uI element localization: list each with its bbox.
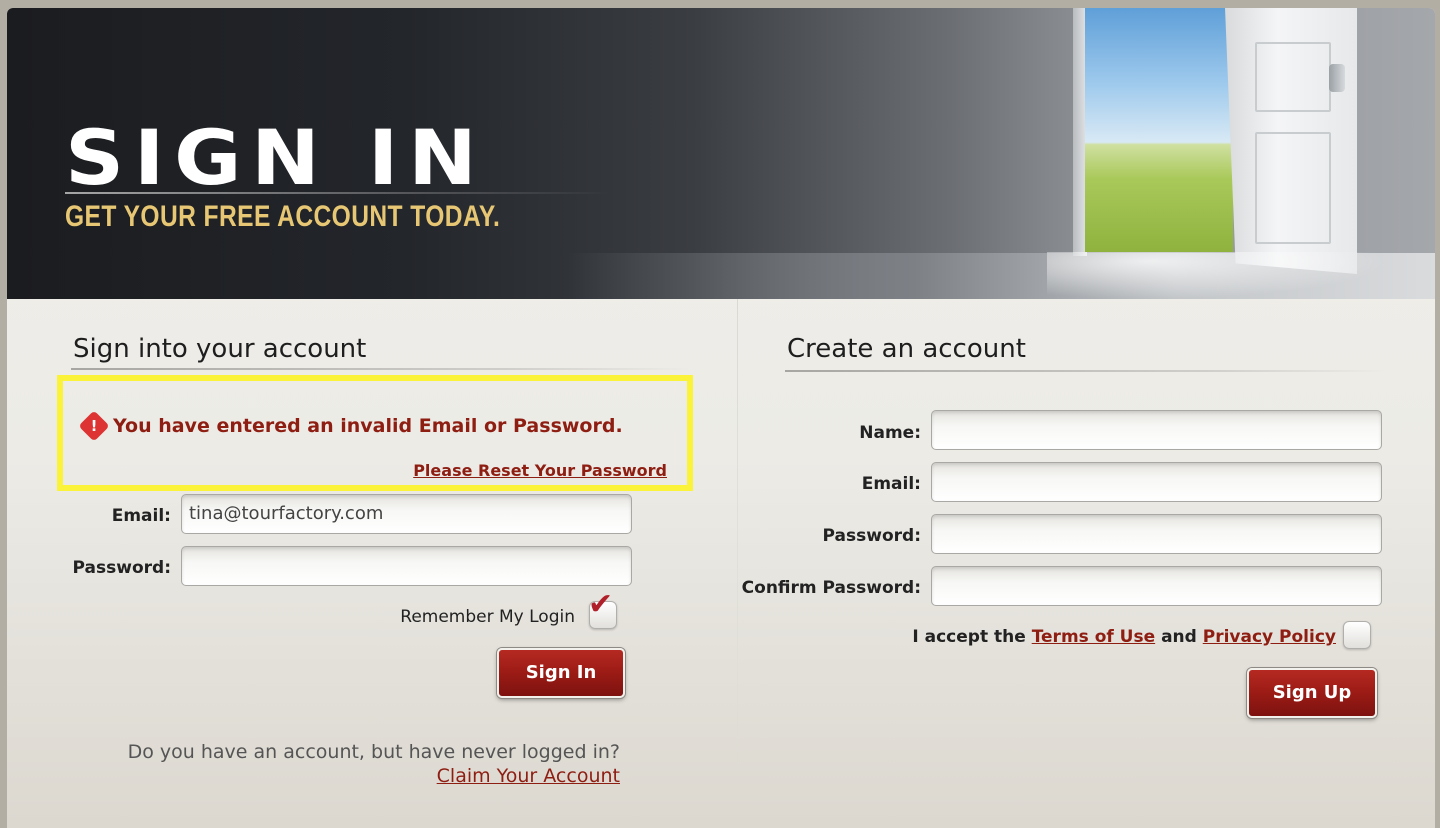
banner: SIGN IN GET YOUR FREE ACCOUNT TODAY. <box>7 8 1435 299</box>
door-knob <box>1329 64 1345 92</box>
door-panel <box>1255 132 1331 244</box>
sign-up-button[interactable]: Sign Up <box>1247 668 1377 718</box>
accept-and: and <box>1161 627 1197 647</box>
error-message-box: ! You have entered an invalid Email or P… <box>57 375 693 491</box>
signin-password-label: Password: <box>72 558 171 578</box>
checkmark-icon: ✔ <box>588 587 614 622</box>
signup-password-input[interactable] <box>931 514 1382 554</box>
signup-heading: Create an account <box>787 334 1026 364</box>
signup-email-label: Email: <box>861 474 921 494</box>
open-door-image <box>1225 8 1357 274</box>
sign-in-button[interactable]: Sign In <box>497 648 625 698</box>
signup-name-input[interactable] <box>931 410 1382 450</box>
signin-email-input[interactable]: tina@tourfactory.com <box>181 494 632 534</box>
banner-divider <box>65 192 610 194</box>
privacy-policy-link[interactable]: Privacy Policy <box>1203 627 1336 647</box>
door-panel <box>1255 42 1331 112</box>
remember-login-checkbox[interactable]: ✔ <box>588 590 617 629</box>
panel-divider <box>737 299 738 779</box>
signup-password-label: Password: <box>822 526 921 546</box>
claim-account-question: Do you have an account, but have never l… <box>127 741 620 763</box>
accept-terms-checkbox[interactable] <box>1343 621 1371 649</box>
remember-login-label: Remember My Login <box>400 607 575 627</box>
signin-password-input[interactable] <box>181 546 632 586</box>
signup-name-label: Name: <box>859 423 921 443</box>
doorway-landscape-image <box>1085 8 1233 252</box>
signup-heading-rule <box>785 370 1385 372</box>
signup-email-input[interactable] <box>931 462 1382 502</box>
terms-of-use-link[interactable]: Terms of Use <box>1032 627 1155 647</box>
accept-terms-text: I accept the Terms of Use and Privacy Po… <box>912 627 1336 647</box>
signup-confirm-password-label: Confirm Password: <box>741 578 921 598</box>
alert-icon-glyph: ! <box>90 417 98 435</box>
signup-confirm-password-input[interactable] <box>931 566 1382 606</box>
signin-heading-rule <box>71 368 691 370</box>
banner-title: SIGN IN <box>65 113 487 202</box>
page-frame: SIGN IN GET YOUR FREE ACCOUNT TODAY. Sig… <box>7 8 1435 828</box>
banner-subtitle: GET YOUR FREE ACCOUNT TODAY. <box>65 200 501 233</box>
light-spill <box>1047 252 1387 299</box>
signin-email-label: Email: <box>111 506 171 526</box>
signin-heading: Sign into your account <box>73 334 367 364</box>
error-message: You have entered an invalid Email or Pas… <box>113 415 623 437</box>
claim-account-link[interactable]: Claim Your Account <box>437 765 620 787</box>
reset-password-link[interactable]: Please Reset Your Password <box>413 461 667 480</box>
accept-prefix: I accept the <box>912 627 1026 647</box>
